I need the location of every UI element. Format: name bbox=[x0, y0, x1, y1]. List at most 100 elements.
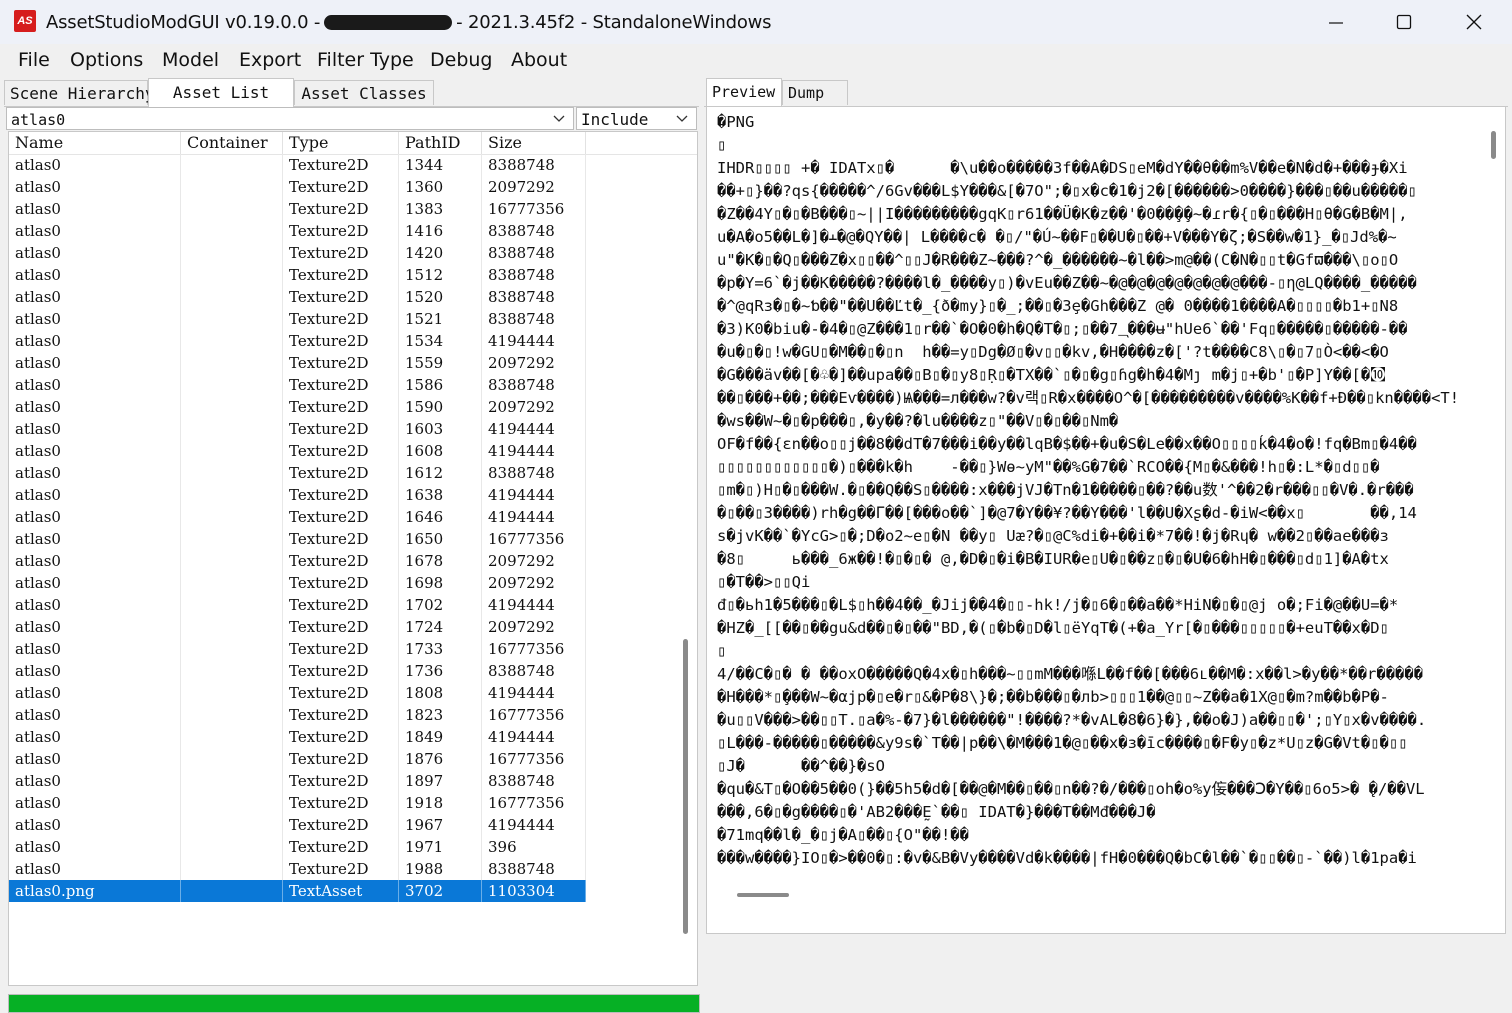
cell-container bbox=[181, 814, 283, 836]
cell-container bbox=[181, 154, 283, 176]
cell-filler bbox=[586, 330, 671, 352]
minimize-button[interactable] bbox=[1302, 0, 1370, 44]
cell-filler bbox=[586, 374, 671, 396]
table-row[interactable]: atlas0 Texture2D 1586 8388748 bbox=[9, 374, 697, 396]
tab-scene-hierarchy[interactable]: Scene Hierarchy bbox=[4, 80, 155, 105]
preview-hscrollbar[interactable] bbox=[717, 889, 1477, 903]
filter-input[interactable]: atlas0 bbox=[6, 107, 574, 130]
cell-type: Texture2D bbox=[283, 242, 399, 264]
table-row[interactable]: atlas0 Texture2D 1733 16777356 bbox=[9, 638, 697, 660]
cell-filler bbox=[586, 770, 671, 792]
table-row[interactable]: atlas0 Texture2D 1724 2097292 bbox=[9, 616, 697, 638]
preview-vscrollbar-thumb[interactable] bbox=[1491, 131, 1496, 159]
list-scrollbar-thumb[interactable] bbox=[683, 639, 688, 934]
menu-bar: File Options Model Export Filter Type De… bbox=[0, 44, 1512, 78]
preview-line: ▯L���-�����▯�����&y9s�`T��|p��\�M���1�@▯… bbox=[717, 734, 1408, 752]
table-row[interactable]: atlas0 Texture2D 1559 2097292 bbox=[9, 352, 697, 374]
cell-size: 8388748 bbox=[482, 154, 586, 176]
cell-size: 2097292 bbox=[482, 176, 586, 198]
list-header: Name Container Type PathID Size bbox=[9, 132, 697, 155]
cell-pathid: 1608 bbox=[399, 440, 482, 462]
table-row[interactable]: atlas0 Texture2D 1849 4194444 bbox=[9, 726, 697, 748]
cell-container bbox=[181, 352, 283, 374]
cell-pathid: 1420 bbox=[399, 242, 482, 264]
close-button[interactable] bbox=[1440, 0, 1508, 44]
cell-pathid: 1988 bbox=[399, 858, 482, 880]
chevron-down-icon[interactable] bbox=[553, 112, 565, 124]
table-row[interactable]: atlas0 Texture2D 1702 4194444 bbox=[9, 594, 697, 616]
table-row[interactable]: atlas0 Texture2D 1971 396 bbox=[9, 836, 697, 858]
maximize-button[interactable] bbox=[1370, 0, 1438, 44]
tab-preview[interactable]: Preview bbox=[706, 78, 782, 107]
preview-line: �u�▯�▯!w�GU▯�M��▯�▯n h��=y▯Dg�Ø▯�v▯▯�kv,… bbox=[717, 343, 1389, 361]
table-row[interactable]: atlas0 Texture2D 1603 4194444 bbox=[9, 418, 697, 440]
menu-about[interactable]: About bbox=[511, 49, 567, 71]
table-row[interactable]: atlas0 Texture2D 1344 8388748 bbox=[9, 154, 697, 176]
cell-container bbox=[181, 220, 283, 242]
table-row[interactable]: atlas0 Texture2D 1360 2097292 bbox=[9, 176, 697, 198]
table-row[interactable]: atlas0 Texture2D 1520 8388748 bbox=[9, 286, 697, 308]
cell-name: atlas0 bbox=[9, 352, 181, 374]
table-row[interactable]: atlas0 Texture2D 1897 8388748 bbox=[9, 770, 697, 792]
asset-list[interactable]: Name Container Type PathID Size atlas0 Te… bbox=[8, 131, 698, 986]
table-row[interactable]: atlas0 Texture2D 1646 4194444 bbox=[9, 506, 697, 528]
table-row[interactable]: atlas0.png TextAsset 3702 1103304 bbox=[9, 880, 697, 902]
cell-type: Texture2D bbox=[283, 726, 399, 748]
column-header-container[interactable]: Container bbox=[181, 132, 283, 154]
cell-name: atlas0 bbox=[9, 374, 181, 396]
cell-size: 16777356 bbox=[482, 704, 586, 726]
table-row[interactable]: atlas0 Texture2D 1383 16777356 bbox=[9, 198, 697, 220]
menu-export[interactable]: Export bbox=[239, 49, 301, 71]
menu-options[interactable]: Options bbox=[70, 49, 143, 71]
preview-vscrollbar[interactable] bbox=[1487, 111, 1503, 901]
table-row[interactable]: atlas0 Texture2D 1876 16777356 bbox=[9, 748, 697, 770]
column-header-type[interactable]: Type bbox=[283, 132, 399, 154]
table-row[interactable]: atlas0 Texture2D 1416 8388748 bbox=[9, 220, 697, 242]
table-row[interactable]: atlas0 Texture2D 1678 2097292 bbox=[9, 550, 697, 572]
table-row[interactable]: atlas0 Texture2D 1698 2097292 bbox=[9, 572, 697, 594]
table-row[interactable]: atlas0 Texture2D 1420 8388748 bbox=[9, 242, 697, 264]
table-row[interactable]: atlas0 Texture2D 1512 8388748 bbox=[9, 264, 697, 286]
cell-size: 2097292 bbox=[482, 616, 586, 638]
cell-pathid: 1512 bbox=[399, 264, 482, 286]
table-row[interactable]: atlas0 Texture2D 1521 8388748 bbox=[9, 308, 697, 330]
table-row[interactable]: atlas0 Texture2D 1612 8388748 bbox=[9, 462, 697, 484]
tab-asset-classes[interactable]: Asset Classes bbox=[294, 80, 434, 105]
title-bar: AS AssetStudioModGUI v0.19.0.0 - - 2021.3… bbox=[0, 0, 1512, 44]
preview-pane[interactable]: �PNG ▯ IHDR▯▯▯▯ +� IDATx▯� �\u��o�����3f��… bbox=[706, 106, 1506, 934]
tab-dump[interactable]: Dump bbox=[782, 80, 848, 105]
table-row[interactable]: atlas0 Texture2D 1650 16777356 bbox=[9, 528, 697, 550]
menu-filter-type[interactable]: Filter Type bbox=[317, 49, 414, 71]
table-row[interactable]: atlas0 Texture2D 1736 8388748 bbox=[9, 660, 697, 682]
list-scrollbar[interactable] bbox=[677, 154, 695, 934]
column-header-size[interactable]: Size bbox=[482, 132, 586, 154]
table-row[interactable]: atlas0 Texture2D 1918 16777356 bbox=[9, 792, 697, 814]
cell-pathid: 1534 bbox=[399, 330, 482, 352]
table-row[interactable]: atlas0 Texture2D 1988 8388748 bbox=[9, 858, 697, 880]
cell-pathid: 1520 bbox=[399, 286, 482, 308]
include-select[interactable]: Include bbox=[576, 107, 697, 130]
preview-line: ���,6�▯�g����▯�'AB2���Ḛ`��▯ IDAT�}���T��… bbox=[717, 803, 1156, 821]
column-header-name[interactable]: Name bbox=[9, 132, 181, 154]
cell-size: 8388748 bbox=[482, 858, 586, 880]
menu-model[interactable]: Model bbox=[162, 49, 219, 71]
column-header-pathid[interactable]: PathID bbox=[399, 132, 482, 154]
tab-asset-list[interactable]: Asset List bbox=[148, 78, 294, 107]
cell-pathid: 1360 bbox=[399, 176, 482, 198]
cell-name: atlas0 bbox=[9, 682, 181, 704]
table-row[interactable]: atlas0 Texture2D 1534 4194444 bbox=[9, 330, 697, 352]
menu-file[interactable]: File bbox=[18, 49, 50, 71]
cell-filler bbox=[586, 748, 671, 770]
preview-line: �u▯▯V���>��▯▯T.▯a�%-�7}�l������"!����?*�… bbox=[717, 711, 1427, 729]
window-title: AssetStudioModGUI v0.19.0.0 - - 2021.3.45… bbox=[46, 12, 772, 33]
table-row[interactable]: atlas0 Texture2D 1608 4194444 bbox=[9, 440, 697, 462]
table-row[interactable]: atlas0 Texture2D 1808 4194444 bbox=[9, 682, 697, 704]
menu-debug[interactable]: Debug bbox=[430, 49, 492, 71]
table-row[interactable]: atlas0 Texture2D 1638 4194444 bbox=[9, 484, 697, 506]
cell-pathid: 1344 bbox=[399, 154, 482, 176]
cell-pathid: 1733 bbox=[399, 638, 482, 660]
table-row[interactable]: atlas0 Texture2D 1590 2097292 bbox=[9, 396, 697, 418]
table-row[interactable]: atlas0 Texture2D 1823 16777356 bbox=[9, 704, 697, 726]
table-row[interactable]: atlas0 Texture2D 1967 4194444 bbox=[9, 814, 697, 836]
preview-hscrollbar-thumb[interactable] bbox=[737, 893, 789, 897]
